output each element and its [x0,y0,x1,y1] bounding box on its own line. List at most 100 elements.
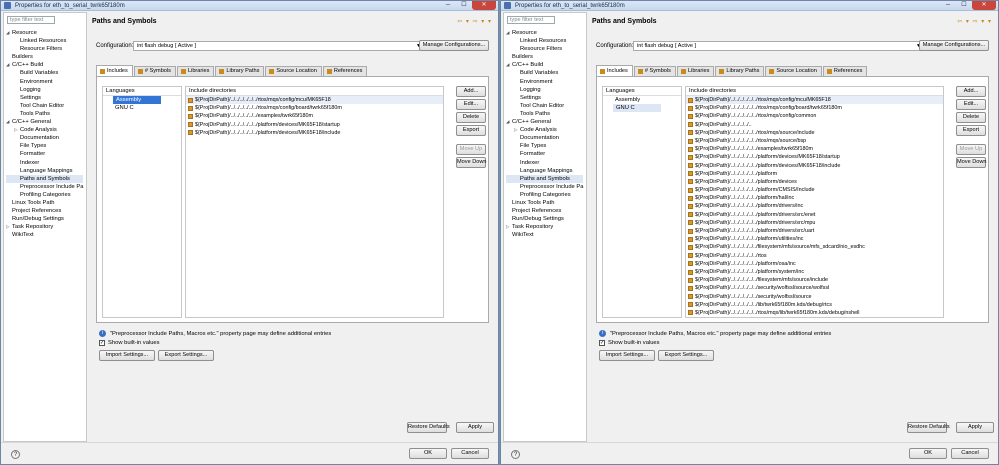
apply-button[interactable]: Apply [456,422,494,433]
include-row[interactable]: ${ProjDirPath}/../../../../../../filesys… [686,276,943,284]
tab-libraries[interactable]: Libraries [176,66,215,76]
nav-item[interactable]: Logging [6,86,83,94]
minimize-icon[interactable]: ─ [440,1,456,10]
nav-item[interactable]: ◢ C/C++ General [6,118,83,126]
include-row[interactable]: ${ProjDirPath}/../../../../../../rtos/mq… [186,96,443,105]
include-row[interactable]: ${ProjDirPath}/../../../../../../platfor… [186,129,443,137]
include-row[interactable]: ${ProjDirPath}/../../../../../../platfor… [686,235,943,243]
nav-item[interactable]: ▷ Task Repository [506,223,583,231]
include-row[interactable]: ${ProjDirPath}/../../../../../../securit… [686,284,943,292]
history-nav-icons[interactable]: ⇦ ▾ ⇨ ▾ ▾ [457,18,492,25]
nav-item[interactable]: Documentation [6,134,83,142]
nav-item[interactable]: WikiText [506,231,583,239]
include-row[interactable]: ${ProjDirPath}/../../../../../../example… [686,145,943,153]
include-row[interactable]: ${ProjDirPath}/../../../../../../example… [186,112,443,120]
cancel-button[interactable]: Cancel [451,448,489,459]
nav-item[interactable]: File Types [6,142,83,150]
nav-item[interactable]: Tools Paths [6,110,83,118]
tab-includes[interactable]: Includes [596,65,633,76]
nav-item[interactable]: Formatter [506,150,583,158]
edit-button[interactable]: Edit... [956,99,986,110]
export-button[interactable]: Export [956,125,986,136]
maximize-icon[interactable]: ☐ [956,1,972,10]
nav-item[interactable]: ◢ C/C++ General [506,118,583,126]
minimize-icon[interactable]: ─ [940,1,956,10]
nav-item[interactable]: Paths and Symbols [506,174,584,183]
include-row[interactable]: ${ProjDirPath}/../../../../../../platfor… [686,170,943,178]
include-row[interactable]: ${ProjDirPath}/../../../../../../rtos/mq… [686,137,943,145]
tab-source-location[interactable]: Source Location [265,66,322,76]
nav-item[interactable]: Settings [6,94,83,102]
add-button[interactable]: Add... [956,86,986,97]
include-row[interactable]: ${ProjDirPath}/../../../../../../rtos/mq… [686,96,943,105]
include-row[interactable]: ${ProjDirPath}/../../../../../../rtos/mq… [686,129,943,137]
delete-button[interactable]: Delete [456,112,486,123]
tab-includes[interactable]: Includes [96,65,133,76]
show-builtin-checkbox[interactable]: ✓ Show built-in values [99,340,160,346]
include-row[interactable]: ${ProjDirPath}/../../../../../../platfor… [686,268,943,276]
move-up-button[interactable]: Move Up [956,144,986,155]
nav-item[interactable]: ▷ Code Analysis [6,126,83,134]
include-row[interactable]: ${ProjDirPath}/../../../../../../platfor… [686,202,943,210]
nav-item[interactable]: Preprocessor Include Pa [506,183,583,191]
nav-item[interactable]: Documentation [506,134,583,142]
include-row[interactable]: ${ProjDirPath}/../../../../../../rtos/mq… [686,309,943,317]
nav-item[interactable]: Resource Filters [6,45,83,53]
nav-item[interactable]: Language Mappings [6,167,83,175]
export-button[interactable]: Export [456,125,486,136]
manage-configurations-button[interactable]: Manage Configurations... [919,40,989,51]
nav-item[interactable]: Tool Chain Editor [506,102,583,110]
nav-item[interactable]: Formatter [6,150,83,158]
tab-symbols[interactable]: # Symbols [633,66,676,76]
export-settings-button[interactable]: Export Settings... [158,350,214,361]
nav-item[interactable]: Run/Debug Settings [506,215,583,223]
filter-input[interactable]: type filter text [7,16,55,24]
import-settings-button[interactable]: Import Settings... [99,350,155,361]
nav-item[interactable]: Preprocessor Include Pa [6,183,83,191]
nav-item[interactable]: Resource Filters [506,45,583,53]
include-row[interactable]: ${ProjDirPath}/../../../../../../platfor… [686,194,943,202]
include-row[interactable]: ${ProjDirPath}/../../../../../../platfor… [686,178,943,186]
include-row[interactable]: ${ProjDirPath}/../../../../../../securit… [686,293,943,301]
include-row[interactable]: ${ProjDirPath}/../../../../../../platfor… [686,186,943,194]
manage-configurations-button[interactable]: Manage Configurations... [419,40,489,51]
nav-item[interactable]: Environment [506,78,583,86]
nav-item[interactable]: Run/Debug Settings [6,215,83,223]
nav-item[interactable]: Indexer [6,159,83,167]
nav-item[interactable]: Linked Resources [6,37,83,45]
include-row[interactable]: ${ProjDirPath}/../../../../../../platfor… [686,153,943,161]
configuration-select[interactable]: int flash debug [ Active ]▼ [133,41,424,51]
nav-item[interactable]: Profiling Categories [506,191,583,199]
nav-item[interactable]: Build Variables [6,69,83,77]
import-settings-button[interactable]: Import Settings... [599,350,655,361]
move-up-button[interactable]: Move Up [456,144,486,155]
language-item[interactable]: Assembly [113,96,161,104]
help-icon[interactable]: ? [511,450,520,459]
move-down-button[interactable]: Move Down [956,157,987,168]
nav-item[interactable]: Build Variables [506,69,583,77]
nav-item[interactable]: Linux Tools Path [506,199,583,207]
include-row[interactable]: ${ProjDirPath}/../../../../../../rtos/mq… [686,317,943,318]
nav-item[interactable]: ◢ C/C++ Build [506,61,583,69]
include-row[interactable]: ${ProjDirPath}/../../../../../../platfor… [686,162,943,170]
add-button[interactable]: Add... [456,86,486,97]
nav-item[interactable]: ▷ Task Repository [6,223,83,231]
apply-button[interactable]: Apply [956,422,994,433]
nav-item[interactable]: Linked Resources [506,37,583,45]
export-settings-button[interactable]: Export Settings... [658,350,714,361]
nav-item[interactable]: ◢ C/C++ Build [6,61,83,69]
include-row[interactable]: ${ProjDirPath}/../../../../../../rtos/mq… [686,112,943,120]
cancel-button[interactable]: Cancel [951,448,989,459]
tab-library-paths[interactable]: Library Paths [215,66,265,76]
maximize-icon[interactable]: ☐ [456,1,472,10]
filter-input[interactable]: type filter text [507,16,555,24]
close-icon[interactable]: ✕ [472,1,496,10]
include-row[interactable]: ${ProjDirPath}/../../../../../../platfor… [186,121,443,129]
include-row[interactable]: ${ProjDirPath}/../../../../../../rtos/mq… [686,104,943,112]
move-down-button[interactable]: Move Down [456,157,487,168]
delete-button[interactable]: Delete [956,112,986,123]
nav-item[interactable]: WikiText [6,231,83,239]
include-row[interactable]: ${ProjDirPath}/../../../../../../rtos/mq… [186,104,443,112]
nav-item[interactable]: Indexer [506,159,583,167]
include-row[interactable]: ${ProjDirPath}/../../../../../../platfor… [686,211,943,219]
